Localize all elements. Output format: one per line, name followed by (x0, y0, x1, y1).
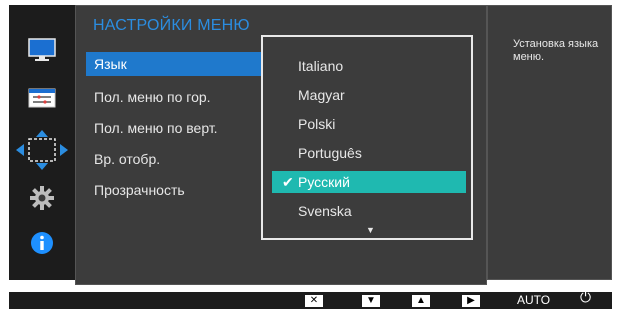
menu-title: НАСТРОЙКИ МЕНЮ (93, 17, 250, 34)
close-button[interactable]: ✕ (305, 294, 323, 307)
language-option-portugues[interactable]: Português (272, 142, 466, 164)
language-option-italiano[interactable]: Italiano (272, 55, 466, 77)
checkmark-icon: ✔ (282, 174, 294, 190)
option-label: Polski (298, 116, 336, 132)
menu-item-label: Пол. меню по верт. (94, 120, 218, 136)
up-button[interactable]: ▲ (412, 294, 430, 307)
option-label: Magyar (298, 87, 345, 103)
scroll-down-arrow-icon[interactable]: ▼ (366, 225, 375, 235)
language-option-russian[interactable]: ✔ Русский (272, 171, 466, 193)
arrow-up-icon: ▲ (412, 294, 430, 307)
position-adjust-icon[interactable] (9, 130, 75, 170)
help-text: Установка языка меню. (513, 38, 599, 63)
close-icon: ✕ (305, 294, 323, 307)
enter-button[interactable]: ▶ (462, 294, 480, 307)
picture-icon[interactable] (9, 38, 75, 62)
option-label: Italiano (298, 58, 344, 74)
menu-item-display-time[interactable]: Вр. отобр. (86, 147, 266, 171)
menu-item-transparency[interactable]: Прозрачность (86, 178, 266, 202)
info-icon[interactable] (9, 231, 75, 255)
menu-item-language[interactable]: Язык (86, 52, 266, 76)
option-label: Svenska (298, 203, 352, 219)
language-option-magyar[interactable]: Magyar (272, 84, 466, 106)
arrow-down-icon: ▼ (362, 294, 380, 307)
menu-icon-column (9, 5, 75, 280)
down-button[interactable]: ▼ (362, 294, 380, 307)
option-label: Русский (298, 174, 350, 190)
menu-item-label: Язык (94, 56, 127, 72)
option-label: Português (298, 145, 362, 161)
settings-gear-icon[interactable] (9, 186, 75, 210)
auto-button[interactable]: AUTO (517, 293, 550, 307)
language-dropdown[interactable]: Italiano Magyar Polski Português ✔ Русски… (261, 35, 473, 240)
menu-item-label: Прозрачность (94, 182, 185, 198)
menu-item-horizontal-position[interactable]: Пол. меню по гор. (86, 85, 266, 109)
arrow-right-icon: ▶ (462, 294, 480, 307)
onscreen-display-icon[interactable] (9, 87, 75, 109)
menu-item-label: Вр. отобр. (94, 151, 161, 167)
language-option-polski[interactable]: Polski (272, 113, 466, 135)
menu-item-label: Пол. меню по гор. (94, 89, 211, 105)
menu-item-vertical-position[interactable]: Пол. меню по верт. (86, 116, 266, 140)
power-icon[interactable]: ⏻ (580, 289, 591, 305)
language-option-svenska[interactable]: Svenska (272, 200, 466, 222)
